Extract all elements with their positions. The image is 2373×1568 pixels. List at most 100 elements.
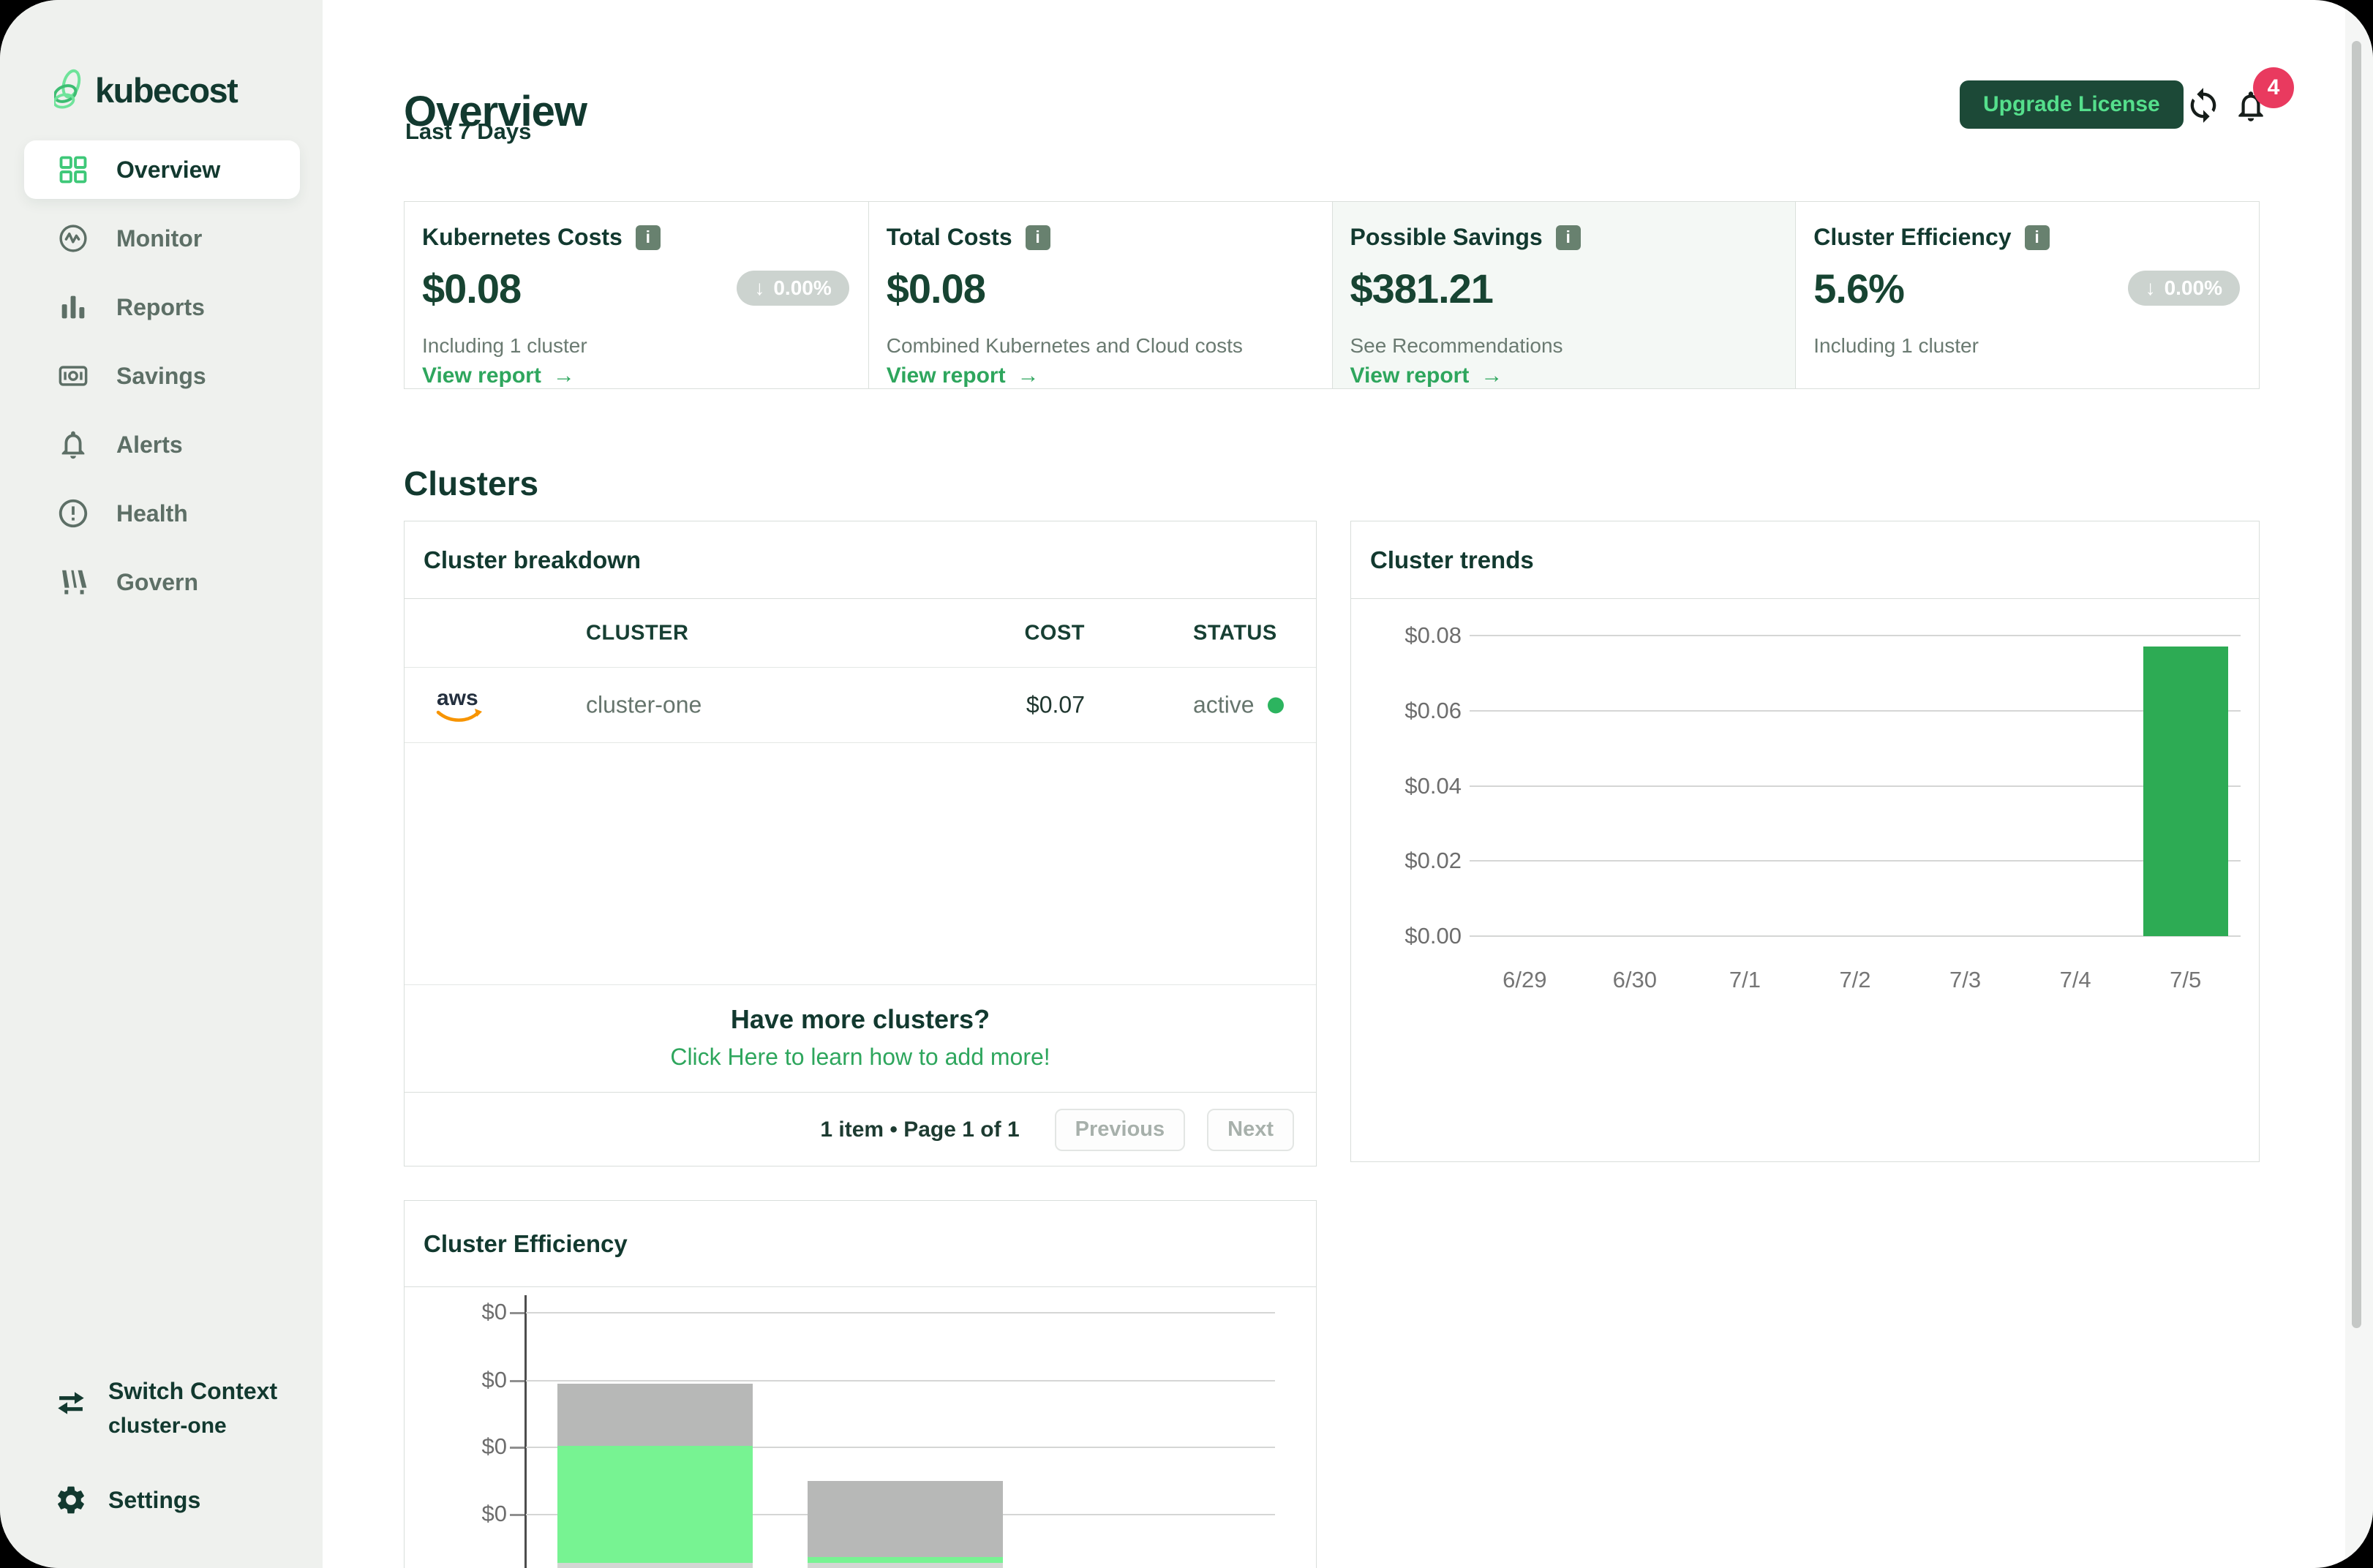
cluster-cost: $0.07 — [1026, 692, 1085, 719]
clusters-section-heading: Clusters — [404, 464, 538, 503]
x-axis-tick: 7/3 — [1907, 967, 2024, 993]
stat-card-title: Kubernetes Costs — [422, 224, 623, 251]
sidebar: kubecost Overview Monitor Reports Savings Al… — [0, 0, 323, 1568]
info-icon[interactable]: i — [1556, 225, 1581, 250]
stat-card-value: 5.6% — [1813, 265, 1904, 312]
y-axis-tick: $0 — [405, 1299, 507, 1325]
refresh-button[interactable] — [2184, 86, 2222, 124]
x-axis-tick: 7/1 — [1686, 967, 1803, 993]
kubecost-logo-icon — [54, 67, 83, 113]
view-report-link[interactable]: View report → — [887, 363, 1313, 388]
sidebar-item-settings[interactable]: Settings — [54, 1483, 200, 1517]
view-report-label: View report — [1350, 363, 1470, 388]
sidebar-item-health[interactable]: Health — [24, 484, 300, 543]
reports-icon — [56, 290, 90, 324]
x-axis-tick: 6/30 — [1576, 967, 1693, 993]
efficiency-bar-segment-green[interactable] — [557, 1446, 753, 1563]
efficiency-bar-segment-light-base[interactable] — [808, 1563, 1003, 1568]
switch-context[interactable]: Switch Context cluster-one — [54, 1378, 277, 1439]
monitor-icon — [56, 222, 90, 255]
y-axis-tick-mark — [510, 1514, 524, 1516]
table-row[interactable]: aws cluster-one $0.07 active — [405, 668, 1316, 743]
govern-icon — [56, 565, 90, 599]
sidebar-item-reports[interactable]: Reports — [24, 278, 300, 336]
efficiency-bar-segment-light-base[interactable] — [557, 1563, 753, 1568]
arrow-right-icon: → — [1018, 363, 1039, 388]
notification-count-badge: 4 — [2253, 67, 2294, 108]
sidebar-item-label: Overview — [116, 157, 220, 184]
delta-pill: ↓0.00% — [737, 271, 849, 306]
status-text: active — [1193, 692, 1255, 719]
savings-icon — [56, 359, 90, 393]
logo-text: kubecost — [95, 70, 237, 110]
stat-card-title: Possible Savings — [1350, 224, 1543, 251]
arrow-right-icon: → — [553, 363, 575, 388]
cluster-breakdown-title: Cluster breakdown — [424, 546, 641, 574]
info-icon[interactable]: i — [636, 225, 661, 250]
pagination-bar: 1 item • Page 1 of 1 Previous Next — [405, 1092, 1316, 1166]
add-clusters-link[interactable]: Click Here to learn how to add more! — [405, 1044, 1316, 1071]
y-axis-tick: $0 — [405, 1433, 507, 1460]
cluster-status: active — [1193, 692, 1284, 719]
status-dot — [1268, 697, 1284, 713]
scrollbar-thumb[interactable] — [2352, 41, 2361, 1328]
sidebar-item-label: Health — [116, 500, 188, 527]
sidebar-item-label: Alerts — [116, 431, 183, 459]
more-clusters-title: Have more clusters? — [405, 1004, 1316, 1035]
grid-icon — [56, 153, 90, 186]
view-report-link[interactable]: View report→ — [422, 363, 849, 388]
y-axis-tick: $0 — [405, 1501, 507, 1527]
x-axis-tick: 7/4 — [2017, 967, 2134, 993]
y-axis-line — [524, 1295, 527, 1568]
view-report-label: View report — [887, 363, 1006, 388]
previous-page-button[interactable]: Previous — [1055, 1109, 1186, 1151]
y-axis-tick: $0 — [405, 1367, 507, 1393]
table-header: CLUSTER COST STATUS — [405, 599, 1316, 668]
upgrade-license-button[interactable]: Upgrade License — [1960, 80, 2184, 129]
sidebar-item-label: Reports — [116, 294, 205, 321]
stat-card-note: Including 1 cluster — [1813, 334, 2240, 358]
current-context: cluster-one — [108, 1414, 277, 1439]
column-header-status: STATUS — [1193, 621, 1277, 645]
settings-label: Settings — [108, 1487, 200, 1514]
down-arrow-icon: ↓ — [2146, 276, 2156, 300]
sidebar-item-alerts[interactable]: Alerts — [24, 415, 300, 474]
scrollbar-track — [2345, 0, 2373, 1568]
efficiency-bar-segment-green[interactable] — [808, 1557, 1003, 1563]
aws-logo: aws — [435, 683, 484, 727]
sidebar-item-govern[interactable]: Govern — [24, 553, 300, 611]
cluster-breakdown-card: Cluster breakdown CLUSTER COST STATUS aw… — [404, 521, 1317, 1166]
y-axis-tick-mark — [510, 1312, 524, 1314]
sidebar-item-label: Savings — [116, 363, 206, 390]
info-icon[interactable]: i — [2025, 225, 2050, 250]
view-report-link[interactable]: View report→ — [1350, 363, 1777, 388]
gridline — [1470, 860, 2241, 862]
down-arrow-icon: ↓ — [754, 276, 764, 300]
kubecost-logo[interactable]: kubecost — [54, 67, 237, 113]
info-icon[interactable]: i — [1026, 225, 1050, 250]
efficiency-bar-segment-gray-top[interactable] — [557, 1384, 753, 1447]
sidebar-item-savings[interactable]: Savings — [24, 347, 300, 405]
gridline — [1470, 635, 2241, 636]
health-icon — [56, 497, 90, 530]
sidebar-item-monitor[interactable]: Monitor — [24, 209, 300, 268]
bell-icon — [56, 428, 90, 461]
y-axis-tick: $0.02 — [1351, 848, 1462, 874]
stat-card-value: $381.21 — [1350, 265, 1493, 312]
sidebar-item-overview[interactable]: Overview — [24, 140, 300, 199]
y-axis-tick: $0.08 — [1351, 622, 1462, 649]
cluster-trends-chart: $0.08$0.06$0.04$0.02$0.006/296/307/17/27… — [1351, 598, 2259, 1161]
efficiency-bar-segment-gray-top[interactable] — [808, 1481, 1003, 1557]
y-axis-tick: $0.04 — [1351, 773, 1462, 799]
gear-icon — [54, 1483, 88, 1517]
pagination-summary: 1 item • Page 1 of 1 — [820, 1117, 1019, 1142]
stat-card-value: $0.08 — [422, 265, 521, 312]
next-page-button[interactable]: Next — [1207, 1109, 1294, 1151]
sidebar-item-label: Monitor — [116, 225, 202, 252]
sidebar-item-label: Govern — [116, 569, 198, 596]
stat-card-cluster-efficiency: Cluster Efficiencyi5.6%↓0.00%Including 1… — [1795, 202, 2259, 388]
trend-bar-7-5[interactable] — [2143, 647, 2228, 936]
gridline — [1470, 710, 2241, 712]
gridline — [1470, 935, 2241, 937]
stat-card-note: See Recommendations — [1350, 334, 1777, 358]
